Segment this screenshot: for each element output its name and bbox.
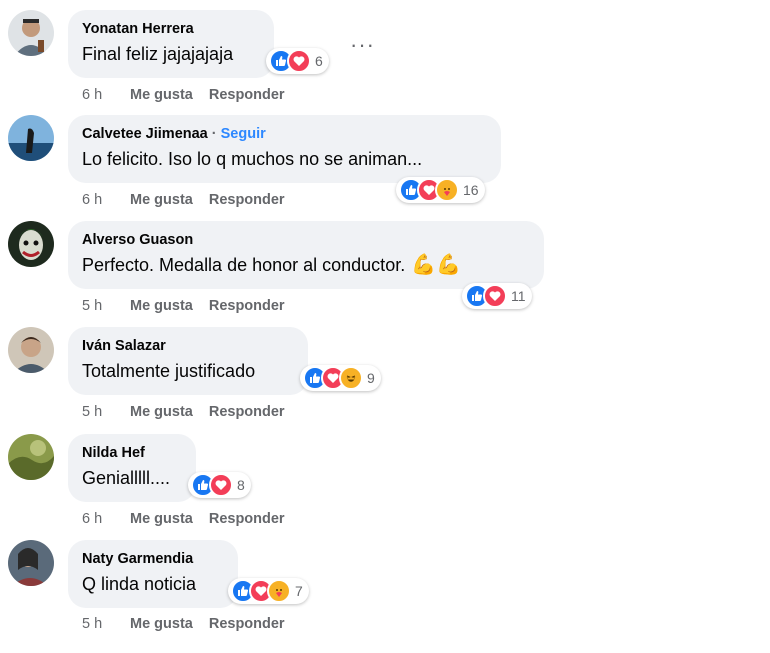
reaction-count: 16 <box>463 182 479 198</box>
reply-button[interactable]: Responder <box>209 511 285 527</box>
comment-text: Genialllll.... <box>82 468 171 488</box>
avatar[interactable] <box>8 10 54 56</box>
reaction-count: 7 <box>295 583 303 599</box>
more-options-icon[interactable]: ··· <box>350 34 375 56</box>
reply-button[interactable]: Responder <box>209 298 285 314</box>
haha-reaction-icon <box>339 366 363 390</box>
comment-text: Perfecto. Medalla de honor al conductor.… <box>82 252 530 278</box>
love-reaction-icon <box>287 49 311 73</box>
reactions-badge[interactable]: 8 <box>188 472 251 498</box>
comment-bubble: Nilda Hef Genialllll.... <box>68 434 196 502</box>
comment-actions: 5 h Me gusta Responder <box>82 298 301 314</box>
like-button[interactable]: Me gusta <box>130 87 193 103</box>
care-reaction-icon <box>435 178 459 202</box>
reaction-count: 8 <box>237 477 245 493</box>
comment: Naty Garmendia Q linda noticia 7 5 h Me … <box>0 540 770 645</box>
comment-bubble: Calvetee Jiimenaa · Seguir Lo felicito. … <box>68 115 501 183</box>
like-button[interactable]: Me gusta <box>130 192 193 208</box>
flexed-biceps-emoji: 💪💪 <box>411 254 462 276</box>
comment-actions: 6 h Me gusta Responder <box>82 87 301 103</box>
reactions-badge[interactable]: 16 <box>396 177 485 203</box>
reaction-count: 9 <box>367 370 375 386</box>
avatar[interactable] <box>8 327 54 373</box>
comment-bubble: Yonatan Herrera Final feliz jajajajaja <box>68 10 274 78</box>
comment-author[interactable]: Naty Garmendia <box>82 549 224 569</box>
comment-text-body: Perfecto. Medalla de honor al conductor. <box>82 255 406 275</box>
reaction-count: 11 <box>511 288 526 304</box>
comment-bubble: Naty Garmendia Q linda noticia <box>68 540 238 608</box>
like-button[interactable]: Me gusta <box>130 404 193 420</box>
comment-actions: 6 h Me gusta Responder <box>82 192 301 208</box>
love-reaction-icon <box>483 284 507 308</box>
comment-author[interactable]: Alverso Guason <box>82 230 530 250</box>
comment-bubble: Alverso Guason Perfecto. Medalla de hono… <box>68 221 544 289</box>
reply-button[interactable]: Responder <box>209 616 285 632</box>
comment-author[interactable]: Nilda Hef <box>82 443 182 463</box>
love-reaction-icon <box>209 473 233 497</box>
avatar[interactable] <box>8 540 54 586</box>
author-name[interactable]: Calvetee Jiimenaa <box>82 126 208 142</box>
follow-button[interactable]: Seguir <box>221 126 266 142</box>
avatar[interactable] <box>8 434 54 480</box>
reactions-badge[interactable]: 9 <box>300 365 381 391</box>
comment-author[interactable]: Yonatan Herrera <box>82 19 260 39</box>
comment: Iván Salazar Totalmente justificado 9 5 … <box>0 327 770 432</box>
reply-button[interactable]: Responder <box>209 87 285 103</box>
avatar[interactable] <box>8 115 54 161</box>
like-button[interactable]: Me gusta <box>130 298 193 314</box>
comment: Nilda Hef Genialllll.... 8 6 h Me gusta … <box>0 434 770 539</box>
comment-time[interactable]: 6 h <box>82 192 130 208</box>
comment-actions: 5 h Me gusta Responder <box>82 404 301 420</box>
comment: Yonatan Herrera Final feliz jajajajaja 6… <box>0 10 770 115</box>
reactions-badge[interactable]: 7 <box>228 578 309 604</box>
comment: Calvetee Jiimenaa · Seguir Lo felicito. … <box>0 115 770 220</box>
reactions-badge[interactable]: 11 <box>462 283 532 309</box>
comment-time[interactable]: 5 h <box>82 298 130 314</box>
comment-time[interactable]: 6 h <box>82 87 130 103</box>
reaction-count: 6 <box>315 53 323 69</box>
care-reaction-icon <box>267 579 291 603</box>
avatar[interactable] <box>8 221 54 267</box>
like-button[interactable]: Me gusta <box>130 616 193 632</box>
comment-time[interactable]: 5 h <box>82 404 130 420</box>
reply-button[interactable]: Responder <box>209 192 285 208</box>
like-button[interactable]: Me gusta <box>130 511 193 527</box>
comment-actions: 6 h Me gusta Responder <box>82 511 301 527</box>
reactions-badge[interactable]: 6 <box>266 48 329 74</box>
comment-actions: 5 h Me gusta Responder <box>82 616 301 632</box>
comment-bubble: Iván Salazar Totalmente justificado <box>68 327 308 395</box>
comment: Alverso Guason Perfecto. Medalla de hono… <box>0 221 770 326</box>
comment-time[interactable]: 6 h <box>82 511 130 527</box>
comment-text: Final feliz jajajajaja <box>82 44 234 64</box>
comment-time[interactable]: 5 h <box>82 616 130 632</box>
comment-author[interactable]: Iván Salazar <box>82 336 294 356</box>
comment-text: Lo felicito. Iso lo q muchos no se anima… <box>82 149 423 169</box>
reply-button[interactable]: Responder <box>209 404 285 420</box>
comment-text: Totalmente justificado <box>82 361 256 381</box>
comment-text: Q linda noticia <box>82 574 197 594</box>
separator: · <box>207 126 221 142</box>
comment-author: Calvetee Jiimenaa · Seguir <box>82 124 487 144</box>
